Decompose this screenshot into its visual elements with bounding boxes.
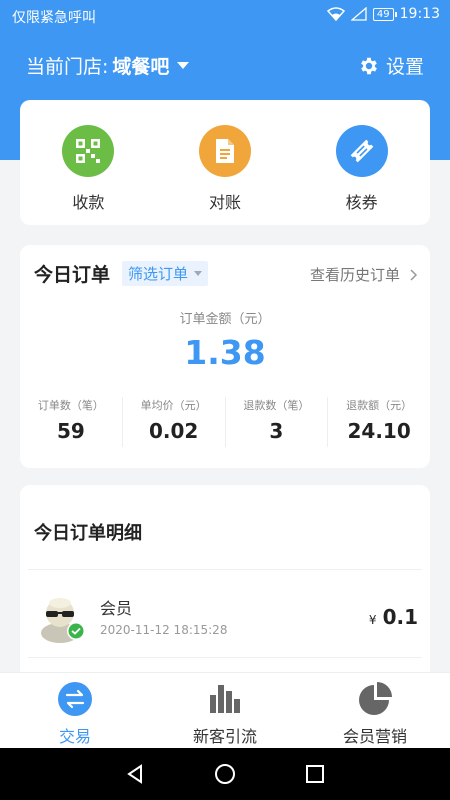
settings-label: 设置 <box>385 56 424 78</box>
stat-label: 订单数（笔） <box>37 399 104 412</box>
back-icon[interactable] <box>125 764 145 784</box>
bar-chart-icon <box>210 685 240 713</box>
stat-label: 退款额（元） <box>346 399 413 412</box>
tab-new-customers[interactable]: 新客引流 <box>150 673 300 748</box>
today-orders-title: 今日订单 <box>34 264 111 286</box>
reconcile-button[interactable]: 对账 <box>157 100 294 225</box>
order-row[interactable]: 会员 2020-11-12 18:15:28 ¥0.1 <box>20 571 430 657</box>
settings-button[interactable]: 设置 <box>358 52 424 79</box>
order-detail-title: 今日订单明细 <box>34 523 142 544</box>
tab-label: 会员营销 <box>342 727 407 746</box>
divider <box>28 569 422 570</box>
quick-actions-card: 收款 对账 核券 <box>20 100 430 225</box>
stat-value: 0.02 <box>148 419 199 443</box>
pie-chart-icon <box>359 682 392 715</box>
recents-icon[interactable] <box>305 764 325 784</box>
status-icons: 49 19:13 <box>326 6 440 22</box>
currency-symbol: ¥ <box>368 613 377 627</box>
status-bar: 仅限紧急呼叫 49 19:13 <box>0 0 450 32</box>
store-selector[interactable]: 当前门店: 域餐吧 <box>26 52 190 79</box>
filter-label: 筛选订单 <box>128 265 189 283</box>
chevron-right-icon <box>410 268 418 281</box>
quick-action-label: 收款 <box>72 193 105 212</box>
order-customer: 会员 <box>100 599 133 618</box>
stat-value: 24.10 <box>347 419 411 443</box>
top-bar: 当前门店: 域餐吧 设置 <box>0 48 450 84</box>
system-navigation-bar <box>0 748 450 800</box>
tab-label: 新客引流 <box>192 727 257 746</box>
order-amount-value: 0.1 <box>382 605 418 629</box>
filter-orders-button[interactable]: 筛选订单 <box>122 261 209 286</box>
today-orders-card: 今日订单 筛选订单 查看历史订单 订单金额（元） 1.38 订单数（笔） 59 … <box>20 245 430 468</box>
wechat-badge-icon <box>68 623 84 639</box>
tab-member-marketing[interactable]: 会员营销 <box>300 673 450 748</box>
amount-label: 订单金额（元） <box>179 312 271 327</box>
store-name: 域餐吧 <box>112 56 170 78</box>
signal-icon <box>350 7 367 21</box>
ticket-icon <box>335 125 388 177</box>
order-time: 2020-11-12 18:15:28 <box>100 623 228 637</box>
stat-value: 59 <box>56 419 85 443</box>
avatar <box>38 593 88 643</box>
qr-code-icon <box>62 125 115 177</box>
stat-label: 退款数（笔） <box>243 399 310 412</box>
tab-trade[interactable]: 交易 <box>0 673 150 748</box>
caret-down-icon <box>177 62 190 69</box>
order-amount: 1.38 <box>184 333 266 372</box>
quick-action-label: 核券 <box>345 193 378 212</box>
stat-refund-amount: 退款额（元） 24.10 <box>328 397 430 447</box>
stat-order-count: 订单数（笔） 59 <box>20 397 123 447</box>
stats-row: 订单数（笔） 59 单均价（元） 0.02 退款数（笔） 3 退款额（元） 24… <box>20 397 430 447</box>
exchange-icon <box>58 682 92 716</box>
order-price: ¥0.1 <box>369 605 418 629</box>
quick-action-label: 对账 <box>209 193 242 212</box>
clock: 19:13 <box>399 6 440 22</box>
bottom-tab-bar: 交易 新客引流 会员营销 <box>0 672 450 748</box>
tab-label: 交易 <box>58 727 91 746</box>
carrier-text: 仅限紧急呼叫 <box>12 10 96 26</box>
wifi-icon <box>326 7 345 21</box>
document-icon <box>199 125 251 177</box>
today-orders-header: 今日订单 筛选订单 <box>34 260 209 287</box>
battery-icon: 49 <box>372 7 397 21</box>
verify-coupon-button[interactable]: 核券 <box>293 100 430 225</box>
stat-label: 单均价（元） <box>140 399 207 412</box>
collect-payment-button[interactable]: 收款 <box>20 100 157 225</box>
home-icon[interactable] <box>214 763 236 785</box>
stat-refund-count: 退款数（笔） 3 <box>226 397 329 447</box>
divider <box>28 657 422 658</box>
stat-value: 3 <box>269 419 284 443</box>
caret-down-icon <box>194 271 203 276</box>
gear-icon <box>361 57 377 74</box>
stat-avg-price: 单均价（元） 0.02 <box>123 397 226 447</box>
view-history-link[interactable]: 查看历史订单 <box>310 264 418 285</box>
store-prefix: 当前门店: <box>26 56 109 78</box>
history-label: 查看历史订单 <box>309 266 400 284</box>
